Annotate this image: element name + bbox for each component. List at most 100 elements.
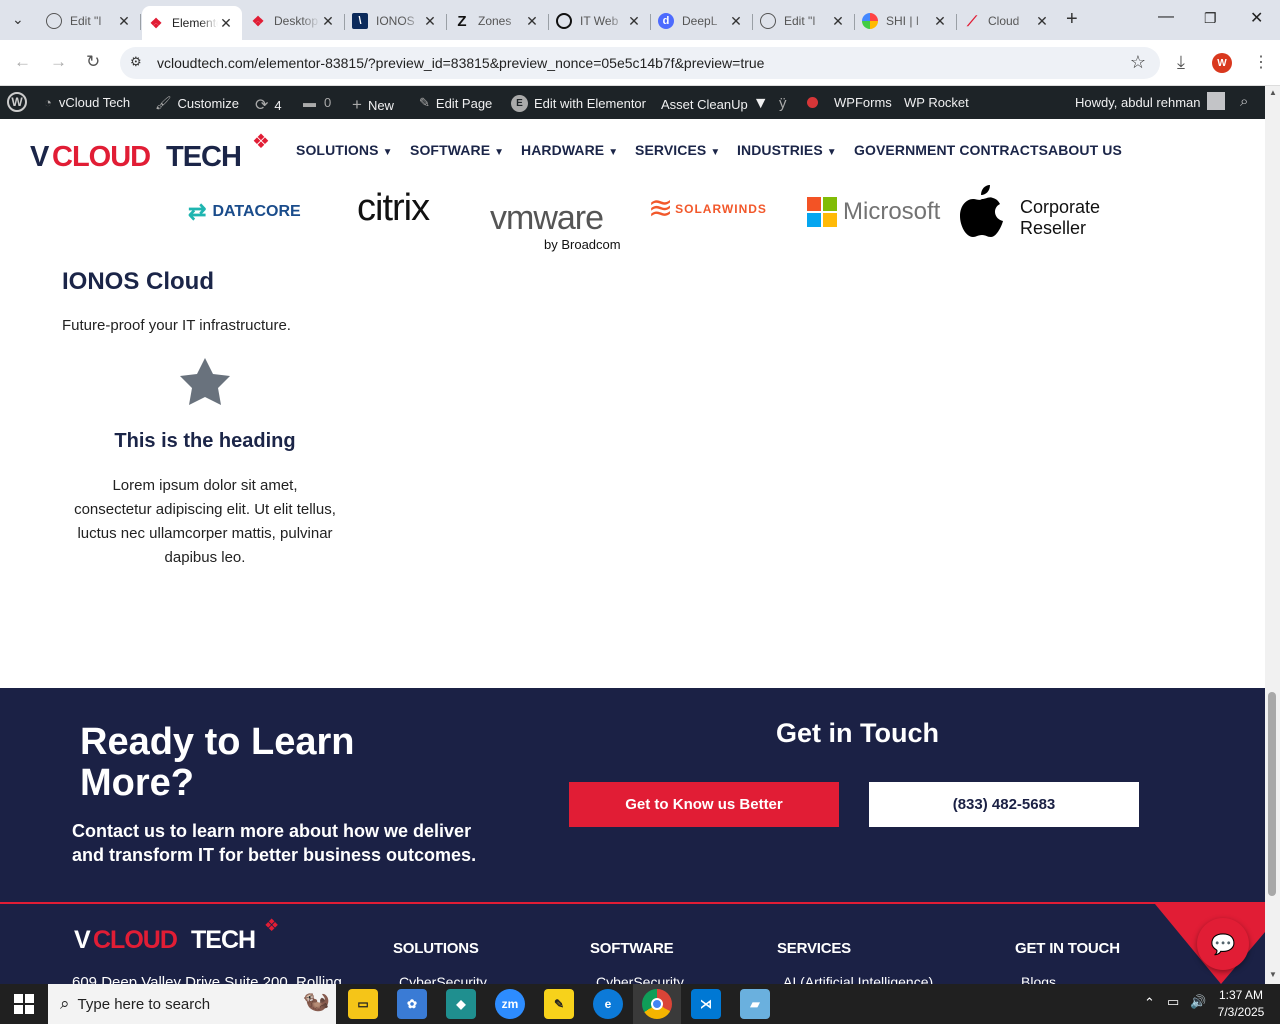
menu-software[interactable]: SOFTWARE ▼	[410, 142, 504, 158]
partner-logos: ⇄ DATACORE citrix vmware by Broadcom ≋ S…	[0, 181, 1265, 261]
plus-icon: +	[352, 95, 362, 114]
logo-tech: TECH	[166, 141, 242, 173]
tab-10[interactable]: ⟋ Cloud ✕	[958, 6, 1058, 36]
tab-8[interactable]: Edit "I ✕	[754, 6, 855, 36]
app-icon-9[interactable]: ▰	[740, 989, 770, 1019]
wpforms-link[interactable]: WPForms	[834, 95, 892, 110]
tab-close-icon[interactable]: ✕	[218, 15, 234, 32]
tab-close-icon[interactable]: ✕	[422, 13, 438, 30]
edit-with-elementor-link[interactable]: E Edit with Elementor	[511, 95, 646, 112]
taskbar-search-box[interactable]: ⌕ Type here to search 🦦	[48, 984, 336, 1024]
footer-logo-diamond-icon: ❖	[264, 916, 280, 935]
site-name-link[interactable]: ◔ vCloud Tech	[44, 95, 130, 110]
tab-close-icon[interactable]: ✕	[524, 13, 540, 30]
menu-government-contracts[interactable]: GOVERNMENT CONTRACTS	[854, 142, 1048, 158]
phone-button[interactable]: (833) 482-5683	[869, 782, 1139, 827]
menu-label: SERVICES	[635, 142, 707, 158]
get-to-know-us-button[interactable]: Get to Know us Better	[569, 782, 839, 827]
vscode-icon[interactable]: ⋊	[691, 989, 721, 1019]
tab-9[interactable]: SHI | I ✕	[856, 6, 957, 36]
chrome-icon[interactable]	[642, 989, 672, 1019]
restore-icon[interactable]: ❐	[1204, 10, 1217, 27]
tab-close-icon[interactable]: ✕	[728, 13, 744, 30]
app-icon-3[interactable]: ◆	[446, 989, 476, 1019]
corporate-reseller-text: Corporate Reseller	[1020, 197, 1100, 239]
app-icon-2[interactable]: ✿	[397, 989, 427, 1019]
menu-services[interactable]: SERVICES ▼	[635, 142, 720, 158]
caret-down-icon: ▼	[494, 147, 505, 158]
microsoft-logo: Microsoft	[807, 197, 940, 227]
customize-link[interactable]: 🖌 Customize	[155, 95, 239, 111]
scroll-down-arrow-icon[interactable]: ▼	[1269, 970, 1277, 979]
tab-6[interactable]: IT Web ✕	[550, 6, 651, 36]
reload-icon[interactable]: ↻	[86, 52, 100, 72]
file-explorer-icon[interactable]: ▭	[348, 989, 378, 1019]
tab-search-button[interactable]: ⌄	[12, 11, 24, 28]
scrollbar-thumb[interactable]	[1268, 692, 1276, 896]
tray-chevron-icon[interactable]: ⌃	[1144, 995, 1155, 1011]
download-icon[interactable]: ⤓	[1177, 52, 1185, 73]
tab-5[interactable]: Z Zones ✕	[448, 6, 549, 36]
sticky-notes-icon[interactable]: ✎	[544, 989, 574, 1019]
tab-close-icon[interactable]: ✕	[932, 13, 948, 30]
address-bar[interactable]: ⚙ vcloudtech.com/elementor-83815/?previe…	[120, 47, 1160, 79]
menu-about-us[interactable]: ABOUT US	[1048, 142, 1122, 158]
tab-strip: ⌄ Edit "I✕ ❖Elementor✕ ❖Desktop✕ \IONOS✕…	[0, 0, 1280, 40]
site-logo[interactable]: V CLOUD TECH ❖	[30, 129, 275, 173]
menu-industries[interactable]: INDUSTRIES ▼	[737, 142, 837, 158]
menu-hardware[interactable]: HARDWARE ▼	[521, 142, 618, 158]
minimize-icon[interactable]: —	[1158, 8, 1174, 26]
wordpress-logo-icon[interactable]: W	[7, 92, 27, 112]
tab-close-icon[interactable]: ✕	[830, 13, 846, 30]
volume-icon[interactable]: 🔊	[1190, 994, 1206, 1010]
updates-link[interactable]: ⟳ 4	[255, 95, 282, 115]
tab-close-icon[interactable]: ✕	[1034, 13, 1050, 30]
page-scrollbar[interactable]: ▲ ▼	[1265, 86, 1280, 984]
elementor-e-icon: E	[511, 95, 528, 112]
page-subtitle: Future-proof your IT infrastructure.	[62, 317, 291, 334]
edit-page-link[interactable]: ✎ Edit Page	[419, 95, 492, 111]
windows-start-icon[interactable]	[14, 994, 34, 1014]
tab-2-active[interactable]: ❖ Elementor✕	[142, 6, 242, 40]
site-info-icon[interactable]: ⚙	[130, 54, 142, 70]
search-icon[interactable]: ⌕	[1240, 93, 1248, 110]
reseller-line-2: Reseller	[1020, 218, 1087, 238]
tab-3[interactable]: ❖ Desktop ✕	[244, 6, 345, 36]
wprocket-link[interactable]: WP Rocket	[904, 95, 969, 110]
network-icon[interactable]: ▭	[1167, 994, 1179, 1010]
close-window-icon[interactable]: ✕	[1250, 8, 1263, 28]
forward-arrow-icon[interactable]: →	[50, 52, 67, 72]
comment-icon: ▬	[303, 95, 316, 110]
tab-7[interactable]: d DeepL ✕	[652, 6, 753, 36]
chat-bubble-icon[interactable]: 💬	[1197, 918, 1249, 970]
footer-logo[interactable]: V CLOUD TECH ❖	[74, 916, 289, 956]
tab-close-icon[interactable]: ✕	[320, 13, 336, 30]
tab-1[interactable]: Edit "I ✕	[40, 6, 141, 36]
tab-title: IONOS	[376, 14, 415, 28]
url-text[interactable]: vcloudtech.com/elementor-83815/?preview_…	[157, 55, 764, 71]
profile-avatar[interactable]: W	[1212, 53, 1232, 73]
search-icon: ⌕	[60, 994, 70, 1013]
zoom-icon[interactable]: zm	[495, 989, 525, 1019]
comments-link[interactable]: ▬ 0	[303, 95, 331, 110]
wpforms-label: WPForms	[834, 95, 892, 110]
footer-heading-services: SERVICES	[777, 940, 851, 957]
new-tab-plus-icon[interactable]: +	[1066, 8, 1078, 31]
edge-icon[interactable]: e	[593, 989, 623, 1019]
logo-diamond-icon: ❖	[252, 131, 270, 153]
asset-cleanup-link[interactable]: Asset CleanUp ▼	[661, 95, 769, 113]
tab-close-icon[interactable]: ✕	[116, 13, 132, 30]
cloud-icon: ⟋	[967, 12, 977, 29]
scroll-up-arrow-icon[interactable]: ▲	[1269, 88, 1277, 97]
menu-solutions[interactable]: SOLUTIONS ▼	[296, 142, 393, 158]
back-arrow-icon[interactable]: ←	[14, 52, 31, 72]
yoast-link[interactable]: ÿ	[779, 95, 787, 112]
datacore-logo: ⇄ DATACORE	[188, 199, 301, 225]
bookmark-star-icon[interactable]: ☆	[1130, 52, 1146, 73]
browser-menu-icon[interactable]: ⋮	[1253, 52, 1269, 72]
account-menu[interactable]: Howdy, abdul rehman	[1075, 92, 1225, 110]
tab-4[interactable]: \ IONOS ✕	[346, 6, 447, 36]
new-content-link[interactable]: + New	[352, 95, 394, 115]
tab-close-icon[interactable]: ✕	[626, 13, 642, 30]
clock[interactable]: 1:37 AM 7/3/2025	[1212, 987, 1270, 1021]
